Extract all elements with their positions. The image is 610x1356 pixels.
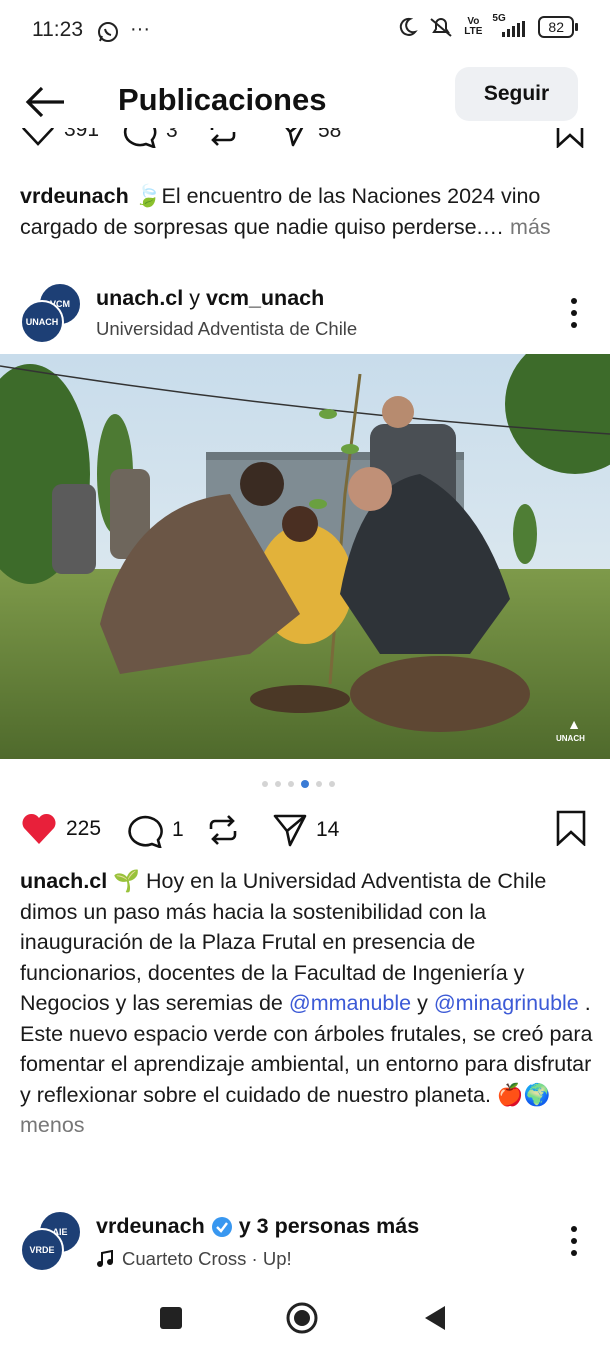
carousel-dot xyxy=(262,781,268,787)
next-others[interactable]: y 3 personas más xyxy=(239,1214,419,1239)
comment-button[interactable]: 1 xyxy=(126,812,184,848)
home-circle-icon[interactable] xyxy=(285,1301,319,1335)
heart-filled-icon xyxy=(22,813,56,844)
carousel-indicator xyxy=(262,780,335,788)
next-post-authors: vrdeunach y 3 personas más xyxy=(96,1214,419,1239)
page-title: Publicaciones xyxy=(118,82,327,117)
photo-watermark: UNACH xyxy=(556,734,585,743)
author-joiner: y xyxy=(189,286,200,310)
post-caption: unach.cl 🌱 Hoy en la Universidad Adventi… xyxy=(20,866,596,1141)
carousel-dot xyxy=(275,781,281,787)
status-icons: Vo LTE 5G 82 xyxy=(396,13,578,38)
mention-minagrinuble[interactable]: @minagrinuble xyxy=(434,991,579,1015)
carousel-dot xyxy=(329,781,335,787)
like-button[interactable]: 225 xyxy=(20,812,101,846)
next-author[interactable]: vrdeunach xyxy=(96,1214,205,1239)
share-count: 14 xyxy=(316,818,340,841)
svg-text:▲: ▲ xyxy=(567,716,581,732)
prev-like-count: 391 xyxy=(64,128,100,141)
bookmark-icon[interactable] xyxy=(555,128,585,148)
moon-icon xyxy=(400,17,419,36)
post-authors: unach.cl y vcm_unach xyxy=(96,286,324,311)
prev-post-actions: 391 3 58 xyxy=(0,128,610,162)
prev-comment-button[interactable]: 3 xyxy=(122,128,178,148)
next-post-avatar[interactable]: AIE VRDE xyxy=(20,1210,82,1272)
system-nav-bar xyxy=(0,1280,610,1356)
send-icon xyxy=(285,128,304,147)
bookmark-icon[interactable] xyxy=(555,810,587,846)
music-note-icon xyxy=(97,1250,113,1267)
caption-username[interactable]: vrdeunach xyxy=(20,184,129,208)
music-label: Cuarteto Cross · Up! xyxy=(122,1248,292,1269)
author-unach[interactable]: unach.cl xyxy=(96,286,183,310)
less-link[interactable]: menos xyxy=(20,1113,85,1137)
seedling-emoji: 🌱 xyxy=(113,869,140,893)
author-vcm[interactable]: vcm_unach xyxy=(206,286,324,310)
more-notifications-icon: ··· xyxy=(130,18,150,40)
post-avatar[interactable]: VCM UNACH xyxy=(20,282,82,344)
back-arrow-icon[interactable] xyxy=(22,80,70,124)
comment-icon xyxy=(128,815,163,848)
back-triangle-icon[interactable] xyxy=(423,1304,447,1332)
status-time: 11:23 xyxy=(32,18,83,41)
signal-icon: 5G xyxy=(492,13,528,37)
post-photo[interactable]: ▲ UNACH xyxy=(0,354,610,759)
prev-comment-count: 3 xyxy=(166,128,178,142)
leaf-emoji: 🍃 xyxy=(134,184,162,208)
fruit-globe-emojis: 🍎🌍 xyxy=(496,1082,551,1107)
carousel-dot xyxy=(316,781,322,787)
caption-and: y xyxy=(417,991,428,1015)
volte-indicator: Vo LTE xyxy=(464,16,483,37)
prev-post-caption: vrdeunach 🍃El encuentro de las Naciones … xyxy=(20,181,596,242)
status-bar: 11:23 ··· Vo LTE 5G 82 xyxy=(0,0,610,62)
avatar-vrde: VRDE xyxy=(20,1228,64,1272)
battery-icon: 82 xyxy=(538,16,578,38)
mention-mmanuble[interactable]: @mmanuble xyxy=(289,991,411,1015)
more-options-icon[interactable] xyxy=(564,295,584,331)
carousel-dot xyxy=(288,781,294,787)
prev-share-count: 58 xyxy=(318,128,342,142)
follow-button[interactable]: Seguir xyxy=(455,67,578,121)
like-count: 225 xyxy=(66,817,102,840)
comment-count: 1 xyxy=(172,818,184,841)
prev-share-button[interactable]: 58 xyxy=(276,128,341,148)
whatsapp-icon xyxy=(98,22,118,42)
prev-like-button[interactable]: 391 xyxy=(20,128,99,146)
more-link[interactable]: más xyxy=(510,215,551,239)
more-options-icon[interactable] xyxy=(564,1223,584,1259)
post-subtitle: Universidad Adventista de Chile xyxy=(96,318,358,339)
caption-dot: . xyxy=(584,991,591,1015)
recents-square-icon[interactable] xyxy=(159,1306,183,1330)
carousel-dot xyxy=(301,780,309,788)
repost-icon[interactable] xyxy=(205,812,241,848)
caption-username[interactable]: unach.cl xyxy=(20,869,107,893)
mute-icon xyxy=(430,18,452,37)
verified-badge-icon xyxy=(211,1216,232,1237)
share-button[interactable]: 14 xyxy=(272,812,339,848)
avatar-unach: UNACH xyxy=(20,300,64,344)
next-post-music[interactable]: Cuarteto Cross · Up! xyxy=(96,1248,292,1270)
comment-icon xyxy=(123,128,157,148)
send-icon xyxy=(273,814,307,847)
heart-outline-icon xyxy=(22,128,54,146)
repost-icon[interactable] xyxy=(206,128,240,148)
